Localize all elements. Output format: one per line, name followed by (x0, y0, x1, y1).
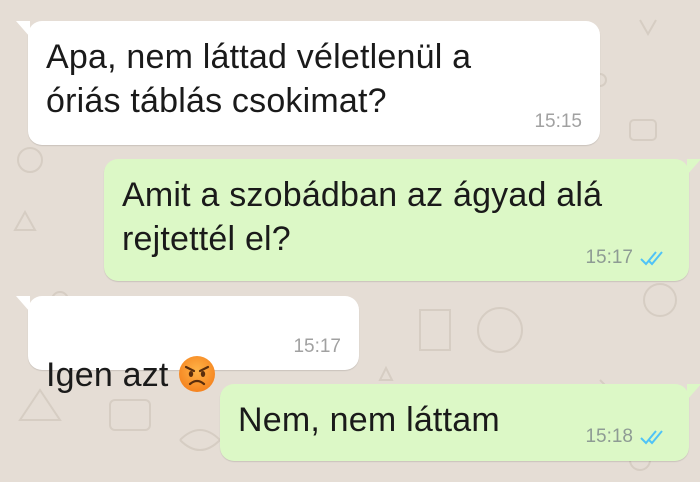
message-time-label: 15:17 (293, 336, 341, 357)
message-time-label: 15:15 (534, 111, 582, 132)
message-bubble-incoming[interactable]: Apa, nem láttad véletlenül a óriás táblá… (16, 21, 600, 145)
angry-face-icon (178, 356, 215, 393)
message-time-label: 15:18 (585, 426, 633, 447)
message-time: 15:18 (585, 426, 665, 448)
message-time: 15:17 (293, 336, 341, 358)
bubble-tail (687, 159, 700, 175)
message-text: Igen azt (46, 356, 169, 394)
message-text: Nem, nem láttam (238, 401, 500, 439)
message-time: 15:17 (585, 247, 665, 269)
message-bubble-incoming[interactable]: Igen azt 15:17 (16, 296, 359, 394)
message-bubble-outgoing[interactable]: Nem, nem láttam 15:18 (220, 384, 700, 461)
read-double-check-icon (640, 251, 663, 266)
message-text: Apa, nem láttad véletlenül a óriás táblá… (46, 38, 472, 120)
read-double-check-icon (640, 430, 663, 445)
message-time-label: 15:17 (585, 247, 633, 268)
bubble-tail (16, 21, 30, 37)
message-time: 15:15 (534, 111, 582, 133)
bubble-tail (16, 296, 30, 312)
bubble-tail (687, 384, 700, 400)
message-text-row: Igen azt (46, 309, 217, 397)
message-bubble-outgoing[interactable]: Amit a szobádban az ágyad alá rejtettél … (104, 159, 700, 281)
message-text: Amit a szobádban az ágyad alá rejtettél … (122, 176, 603, 258)
